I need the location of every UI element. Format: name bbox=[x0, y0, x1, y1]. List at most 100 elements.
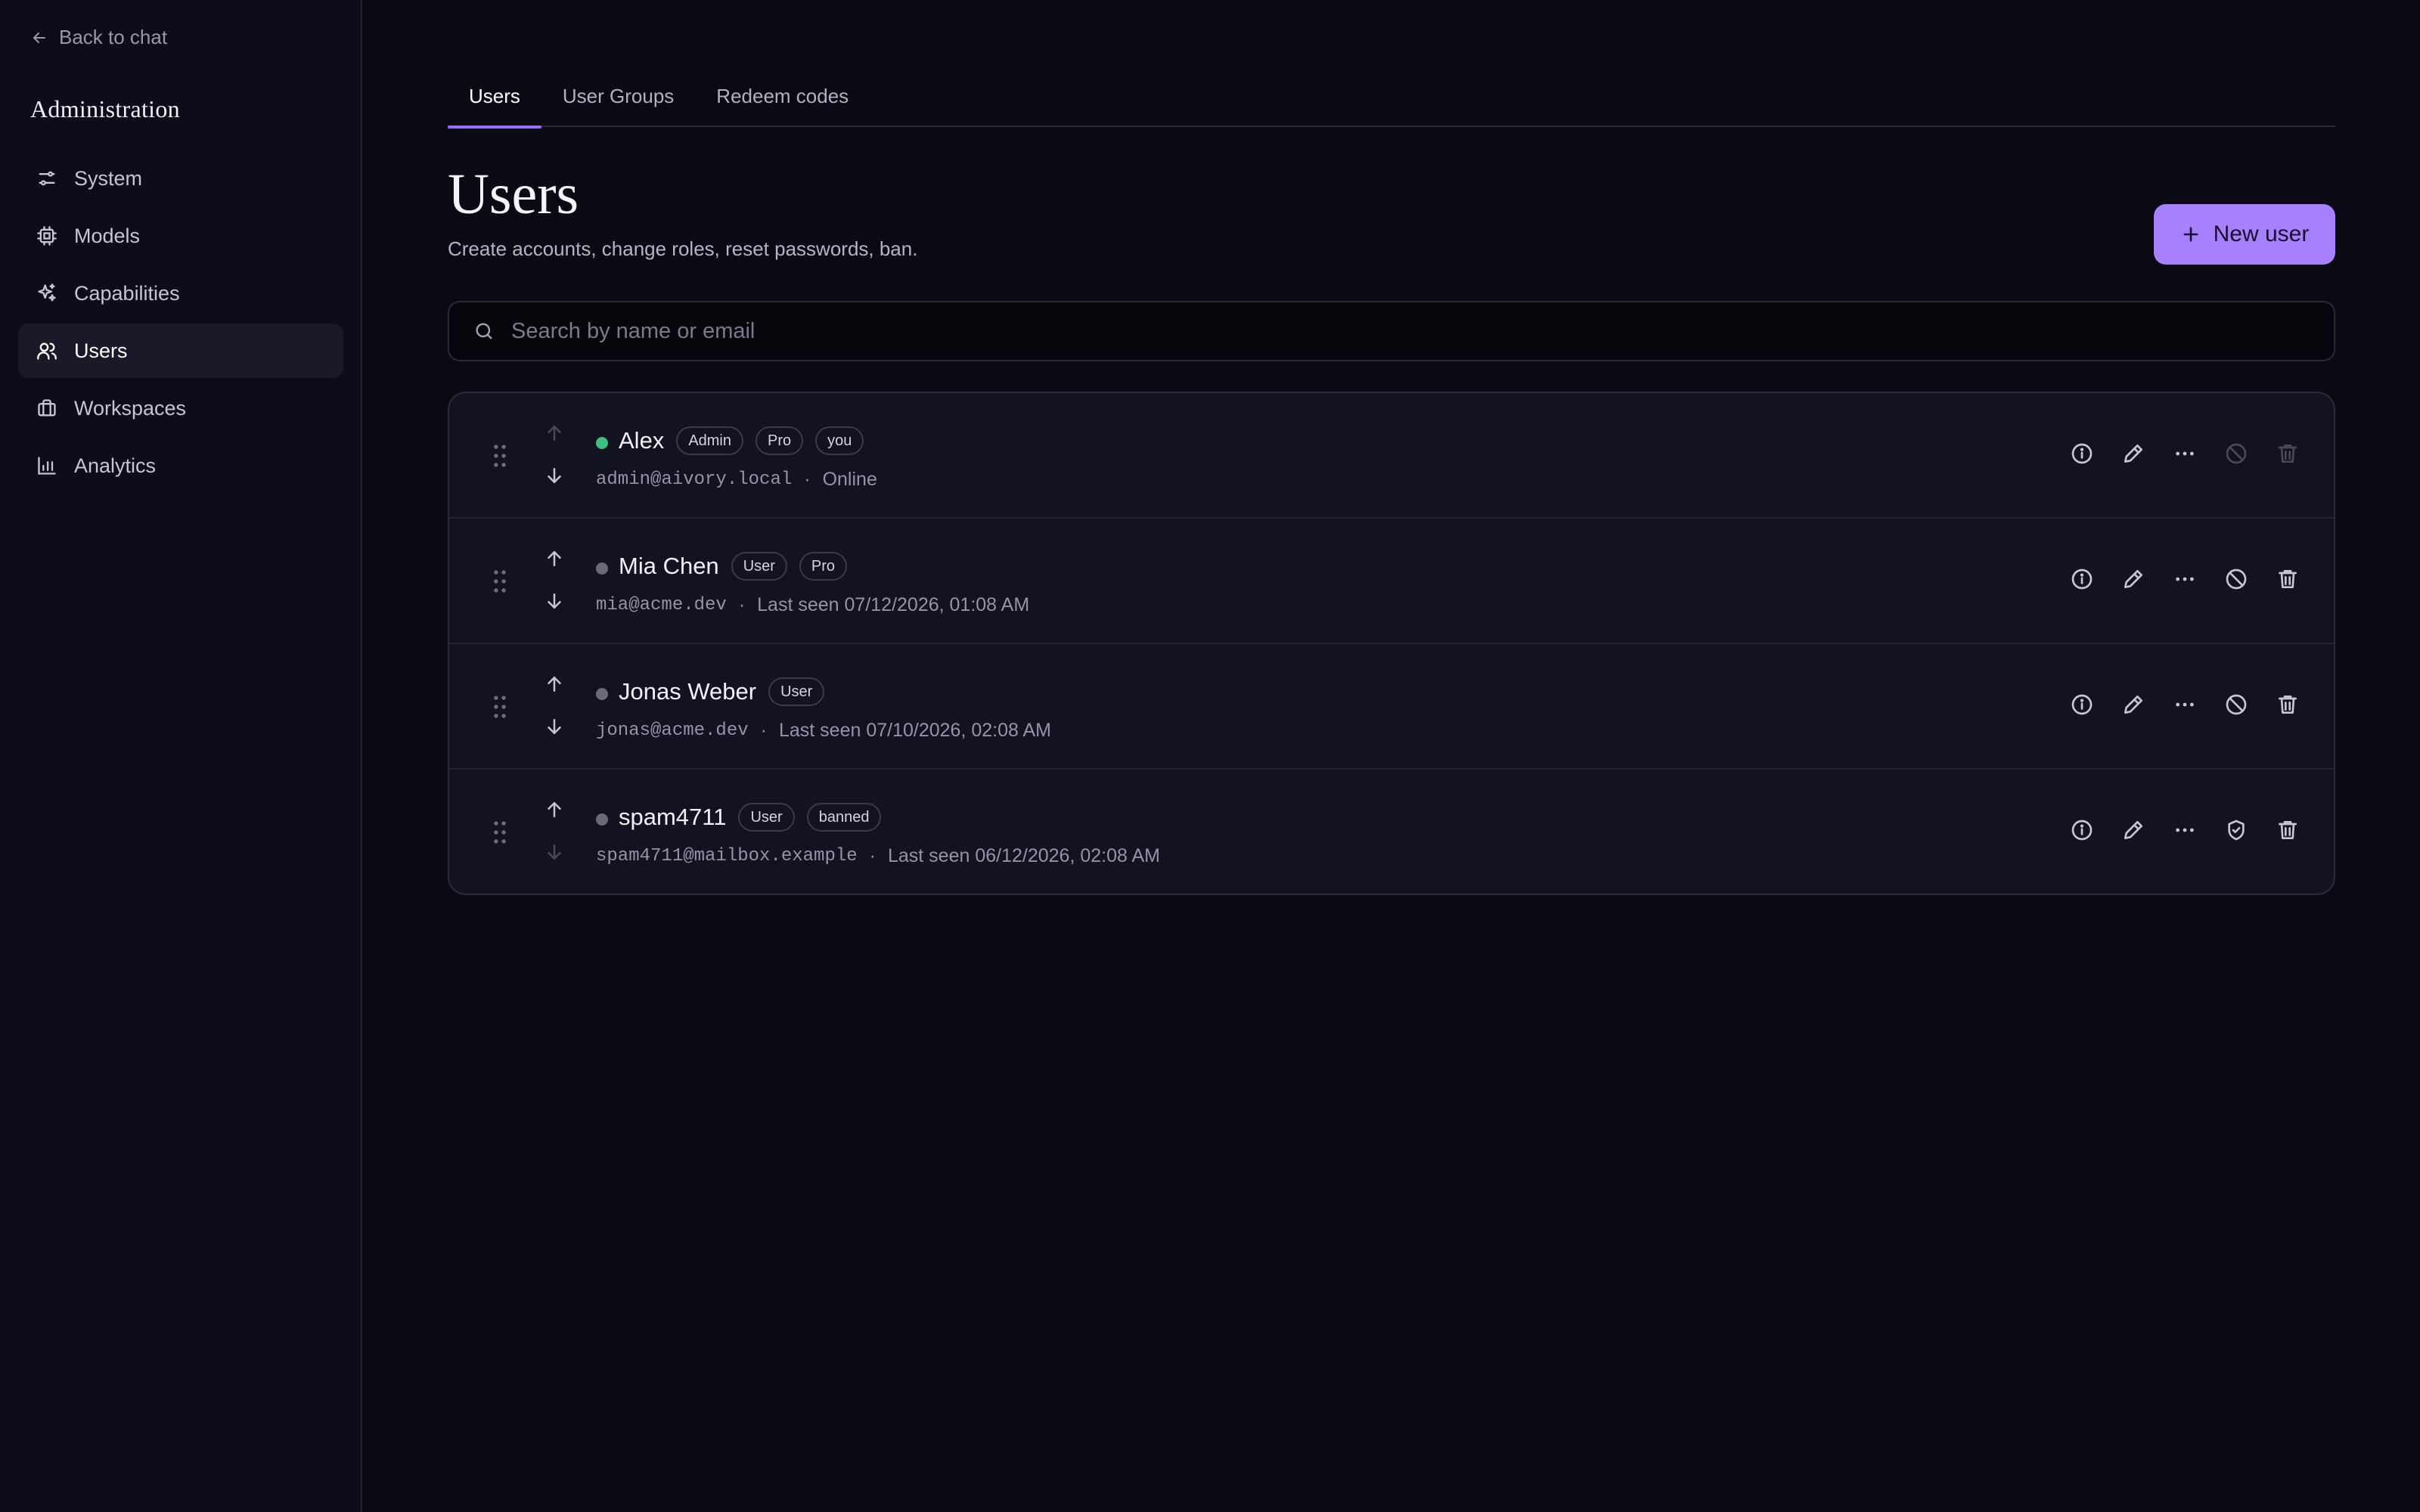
role-badge: User bbox=[731, 552, 787, 581]
arrow-down-icon[interactable] bbox=[543, 464, 566, 487]
search-icon bbox=[476, 323, 492, 339]
role-badge: Admin bbox=[676, 426, 744, 455]
sidebar-item-label: System bbox=[74, 166, 143, 190]
sidebar-nav: System Models Capabilities Users Workspa… bbox=[18, 151, 343, 496]
row-actions bbox=[2069, 817, 2301, 843]
user-email: admin@aivory.local bbox=[596, 469, 793, 490]
separator-dot: · bbox=[760, 720, 767, 741]
info-button[interactable] bbox=[2069, 566, 2095, 592]
pencil-icon bbox=[2124, 445, 2142, 463]
user-meta: jonas@acme.dev · Last seen 07/10/2026, 0… bbox=[596, 720, 1051, 742]
ban-button[interactable] bbox=[2223, 566, 2249, 592]
status-dot bbox=[596, 562, 608, 575]
more-button[interactable] bbox=[2172, 817, 2198, 843]
delete-button[interactable] bbox=[2275, 566, 2301, 592]
sidebar-item-label: Users bbox=[74, 339, 128, 362]
separator-dot: · bbox=[869, 845, 876, 866]
status-dot bbox=[596, 437, 608, 449]
ban-button[interactable] bbox=[2223, 441, 2249, 466]
sidebar-item-workspaces[interactable]: Workspaces bbox=[18, 381, 343, 435]
you-badge: you bbox=[815, 426, 864, 455]
edit-button[interactable] bbox=[2121, 566, 2146, 592]
sparkles-icon bbox=[38, 284, 56, 302]
user-row: spam4711 User banned spam4711@mailbox.ex… bbox=[449, 770, 2334, 894]
ban-icon bbox=[2226, 569, 2247, 590]
edit-button[interactable] bbox=[2121, 817, 2146, 843]
user-name-line: Alex Admin Pro you bbox=[619, 426, 864, 455]
more-button[interactable] bbox=[2172, 441, 2198, 466]
sidebar-item-models[interactable]: Models bbox=[18, 209, 343, 263]
pencil-icon bbox=[2124, 821, 2142, 839]
user-name-line: Jonas Weber User bbox=[619, 677, 825, 706]
drag-handle-icon[interactable] bbox=[492, 694, 508, 720]
edit-button[interactable] bbox=[2121, 692, 2146, 717]
drag-handle-icon[interactable] bbox=[492, 443, 508, 469]
more-button[interactable] bbox=[2172, 566, 2198, 592]
shield-check-icon bbox=[2228, 820, 2245, 841]
user-row: Alex Admin Pro you admin@aivory.local · … bbox=[449, 393, 2334, 519]
user-row: Jonas Weber User jonas@acme.dev · Last s… bbox=[449, 644, 2334, 770]
drag-handle-icon[interactable] bbox=[492, 820, 508, 845]
tab-user-groups[interactable]: User Groups bbox=[541, 76, 695, 127]
plan-badge: Pro bbox=[799, 552, 848, 581]
arrow-down-icon[interactable] bbox=[543, 715, 566, 738]
arrow-up-icon[interactable] bbox=[543, 422, 566, 445]
drag-handle-icon[interactable] bbox=[492, 569, 508, 594]
user-name-line: spam4711 User banned bbox=[619, 803, 882, 832]
sidebar-item-label: Capabilities bbox=[74, 281, 180, 305]
tab-users[interactable]: Users bbox=[448, 76, 541, 129]
info-icon bbox=[2071, 443, 2093, 464]
more-button[interactable] bbox=[2172, 692, 2198, 717]
ban-button[interactable] bbox=[2223, 692, 2249, 717]
tab-bar: Users User Groups Redeem codes bbox=[448, 76, 2335, 129]
arrow-down-icon[interactable] bbox=[543, 841, 566, 863]
more-horizontal-icon bbox=[2176, 577, 2194, 581]
ban-icon bbox=[2226, 694, 2247, 715]
pencil-icon bbox=[2124, 570, 2142, 588]
sidebar-item-users[interactable]: Users bbox=[18, 324, 343, 378]
info-button[interactable] bbox=[2069, 817, 2095, 843]
arrow-up-icon[interactable] bbox=[543, 798, 566, 821]
user-meta: admin@aivory.local · Online bbox=[596, 469, 877, 491]
user-name-line: Mia Chen User Pro bbox=[619, 552, 848, 581]
new-user-button[interactable]: New user bbox=[2154, 204, 2335, 265]
arrow-left-icon bbox=[33, 32, 45, 43]
user-list: Alex Admin Pro you admin@aivory.local · … bbox=[448, 392, 2335, 895]
plus-icon bbox=[2183, 227, 2198, 242]
plan-badge: Pro bbox=[755, 426, 804, 455]
more-horizontal-icon bbox=[2176, 702, 2194, 707]
edit-button[interactable] bbox=[2121, 441, 2146, 466]
banned-badge: banned bbox=[806, 803, 882, 832]
unban-button[interactable] bbox=[2223, 817, 2249, 843]
info-button[interactable] bbox=[2069, 692, 2095, 717]
user-name: Jonas Weber bbox=[619, 678, 757, 705]
info-icon bbox=[2071, 694, 2093, 715]
delete-button[interactable] bbox=[2275, 441, 2301, 466]
arrow-up-icon[interactable] bbox=[543, 547, 566, 570]
tab-redeem-codes[interactable]: Redeem codes bbox=[695, 76, 870, 127]
briefcase-icon bbox=[38, 399, 56, 417]
delete-button[interactable] bbox=[2275, 692, 2301, 717]
arrow-up-icon[interactable] bbox=[543, 673, 566, 696]
cpu-icon bbox=[37, 226, 57, 246]
user-email: spam4711@mailbox.example bbox=[596, 846, 858, 866]
sidebar-item-system[interactable]: System bbox=[18, 151, 343, 206]
role-badge: User bbox=[768, 677, 825, 706]
row-actions bbox=[2069, 692, 2301, 717]
sidebar-item-analytics[interactable]: Analytics bbox=[18, 438, 343, 493]
row-actions bbox=[2069, 441, 2301, 466]
arrow-down-icon[interactable] bbox=[543, 590, 566, 612]
separator-dot: · bbox=[804, 469, 811, 490]
sidebar: Back to chat Administration System Model… bbox=[0, 0, 362, 1512]
user-name: Alex bbox=[619, 427, 665, 454]
trash-icon bbox=[2279, 821, 2297, 839]
status-dot bbox=[596, 688, 608, 700]
info-button[interactable] bbox=[2069, 441, 2095, 466]
trash-icon bbox=[2279, 570, 2297, 588]
user-row: Mia Chen User Pro mia@acme.dev · Last se… bbox=[449, 519, 2334, 644]
info-icon bbox=[2071, 820, 2093, 841]
search-input[interactable] bbox=[511, 302, 2334, 360]
back-to-chat-link[interactable]: Back to chat bbox=[30, 26, 167, 49]
sidebar-item-capabilities[interactable]: Capabilities bbox=[18, 266, 343, 321]
delete-button[interactable] bbox=[2275, 817, 2301, 843]
